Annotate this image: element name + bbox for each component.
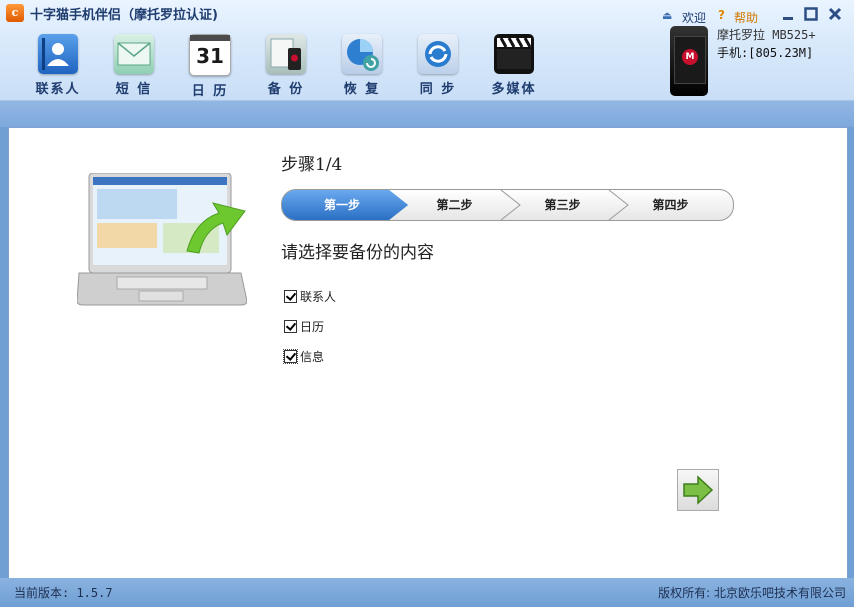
sub-bar (0, 101, 854, 127)
calendar-icon: 31 (189, 34, 231, 76)
contacts-checkbox[interactable] (284, 290, 297, 303)
nav-multimedia[interactable]: 多媒体 (478, 34, 550, 97)
motorola-logo-icon: M (682, 49, 698, 65)
option-contacts[interactable]: 联系人 (284, 288, 336, 305)
nav-restore[interactable]: 恢 复 (326, 34, 398, 97)
nav-label-contacts: 联系人 (35, 82, 81, 97)
eject-icon[interactable]: ⏏ (662, 9, 672, 22)
step-3: 第三步 (544, 198, 581, 212)
laptop-backup-illustration (76, 172, 248, 313)
version-text: 当前版本: 1.5.7 (14, 586, 113, 600)
phone-image: M (670, 26, 708, 96)
backup-icon (266, 34, 306, 74)
app-title: 十字猫手机伴侣（摩托罗拉认证) (30, 8, 218, 23)
multimedia-clapper-icon (494, 34, 534, 74)
contacts-icon (38, 34, 78, 74)
option-label-messages: 信息 (300, 350, 325, 364)
main-content: 步骤1/4 第一步 第二步 第三步 第四步 请选择要备份的内容 联系人 日历 信… (8, 127, 848, 579)
nav-label-calendar: 日 历 (191, 84, 229, 99)
option-label-contacts: 联系人 (300, 290, 337, 304)
sms-envelope-icon (114, 34, 154, 74)
nav-label-restore: 恢 复 (343, 82, 381, 97)
step-title: 步骤1/4 (281, 155, 343, 175)
device-memory: 手机:[805.23M] (717, 46, 814, 60)
copyright-text: 版权所有: 北京欧乐吧技术有限公司 (658, 586, 846, 600)
close-icon (828, 7, 842, 21)
help-link[interactable]: 帮助 (734, 9, 758, 26)
status-bar: 当前版本: 1.5.7 版权所有: 北京欧乐吧技术有限公司 (0, 578, 854, 607)
nav-backup[interactable]: 备 份 (250, 34, 322, 97)
sync-icon (418, 34, 458, 74)
close-button[interactable] (827, 6, 843, 22)
next-button[interactable] (677, 469, 719, 511)
nav-label-sync: 同 步 (419, 82, 457, 97)
maximize-button[interactable] (803, 6, 819, 22)
nav-label-backup: 备 份 (267, 82, 305, 97)
step-1: 第一步 (323, 198, 360, 212)
top-toolbar: c 十字猫手机伴侣（摩托罗拉认证) ⏏ 欢迎 ? 帮助 联系人 短 信 31 日… (0, 0, 854, 101)
backup-prompt: 请选择要备份的内容 (281, 243, 434, 263)
restore-icon (342, 34, 382, 74)
option-label-calendar: 日历 (300, 320, 325, 334)
nav-sms[interactable]: 短 信 (98, 34, 170, 97)
option-calendar[interactable]: 日历 (284, 318, 324, 335)
step-2: 第二步 (436, 198, 473, 212)
step-progress: 第一步 第二步 第三步 第四步 (281, 189, 734, 221)
device-model: 摩托罗拉 MB525+ (717, 28, 816, 42)
minimize-button[interactable] (780, 6, 796, 22)
next-arrow-icon (683, 475, 714, 505)
option-messages[interactable]: 信息 (283, 348, 325, 365)
nav-sync[interactable]: 同 步 (402, 34, 474, 97)
messages-checkbox[interactable] (283, 349, 298, 364)
nav-label-sms: 短 信 (115, 82, 153, 97)
nav-label-multimedia: 多媒体 (491, 82, 537, 97)
help-icon[interactable]: ? (718, 8, 725, 22)
minimize-icon (783, 17, 793, 20)
step-4: 第四步 (652, 198, 689, 212)
app-logo: c (6, 4, 24, 22)
maximize-icon (804, 7, 818, 21)
nav-calendar[interactable]: 31 日 历 (174, 34, 246, 99)
welcome-link[interactable]: 欢迎 (682, 9, 706, 26)
calendar-checkbox[interactable] (284, 320, 297, 333)
nav-contacts[interactable]: 联系人 (22, 34, 94, 97)
